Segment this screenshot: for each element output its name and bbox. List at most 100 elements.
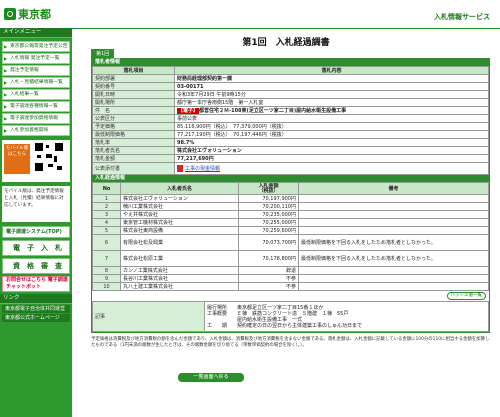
row-label: 開札日時 xyxy=(92,90,175,99)
page-title: 第1回 入札経過調書 xyxy=(242,38,330,48)
sidebar-item[interactable]: 入札情報 発注予定一覧 xyxy=(2,53,70,64)
cell-no: 4 xyxy=(92,218,121,227)
mobile-note: モバイル版は、発注予定情報と入札（見積）結果情報に対応しています。 xyxy=(2,186,70,222)
table-row: 10 丸八土建工業株式会社 不参 xyxy=(92,282,489,291)
sidebar-item[interactable]: 発注予定情報 xyxy=(2,65,70,76)
electronic-tag: 【電子】 xyxy=(177,107,200,114)
row-value: 事前公表 xyxy=(174,114,489,123)
row-value: 03-00171 xyxy=(174,82,489,91)
e-bidding-button[interactable]: 電 子 入 札 xyxy=(2,240,70,256)
cell-name: 丸八土建工業株式会社 xyxy=(120,282,239,291)
table-row: 2 楠川工業株式会社 70,200,110円 xyxy=(92,202,489,211)
sidebar-item[interactable]: 入札・見積結果情報一覧 xyxy=(2,77,70,88)
row-label: 落札者氏名 xyxy=(92,146,175,155)
remarks-content: 履行場所 東京都足立区一ツ家二丁目15番１ほか 工事概要 Ｅ棟 鉄筋コンクリート… xyxy=(204,301,489,332)
link-joint-operation[interactable]: 東京都電子自治体共同運営 xyxy=(2,305,70,313)
cell-no: 9 xyxy=(92,274,121,283)
cell-note xyxy=(298,210,489,219)
row-label: 落札率 xyxy=(92,138,175,147)
cell-amount: 70,178,800円 xyxy=(238,250,299,267)
cell-note xyxy=(298,282,489,291)
cell-name: やえ井株式会社 xyxy=(120,210,239,219)
cell-no: 3 xyxy=(92,210,121,219)
row-label: 開札場所 xyxy=(92,98,175,107)
sidebar-item[interactable]: 入札結果一覧 xyxy=(2,89,70,100)
cell-amount: 不参 xyxy=(238,282,299,291)
hash-list-area: ハッシュ値一覧 xyxy=(92,291,489,301)
row-value: 77,217,190円（税込） 70,197,446円（税抜） xyxy=(174,130,489,139)
cell-note xyxy=(298,266,489,275)
col-amount: 入札金額 （税抜） xyxy=(238,182,299,195)
col-name: 入札者氏名 xyxy=(120,182,239,195)
table-row: 9 長谷川工業株式会社 不参 xyxy=(92,274,489,283)
row-label: 最低制限価格 xyxy=(92,130,175,139)
cell-no: 6 xyxy=(92,234,121,251)
attachment-link[interactable]: 工事の現金情報 xyxy=(185,166,220,172)
mobile-badge[interactable]: モバイル版 はこちら xyxy=(4,144,30,174)
qualification-button[interactable]: 資 格 審 査 xyxy=(2,258,70,274)
cell-name: 株式会社エヴォリューション xyxy=(120,194,239,203)
row-label: 落札金額 xyxy=(92,154,175,163)
table-row: 5 株式会社東商設備 70,259,600円 xyxy=(92,226,489,235)
cell-note xyxy=(298,194,489,203)
row-value: 都庁第一本庁舎南側15階 第一入札室 xyxy=(174,98,489,107)
e-procurement-top-button[interactable]: 電子調達システム(TOP) xyxy=(2,226,70,238)
row-label: 件 名 xyxy=(92,106,175,115)
cell-name: カンノ工業株式会社 xyxy=(120,266,239,275)
tokyo-emblem-icon xyxy=(4,8,16,20)
row-label: 予定価格 xyxy=(92,122,175,131)
bidders-table: No 入札者氏名 入札金額 （税抜） 備考 1 株式会社エヴォリューション 70,1… xyxy=(92,182,489,291)
cell-amount: 70,255,000円 xyxy=(238,218,299,227)
row-value: 令和3年7月29日 午前9時15分 xyxy=(174,90,489,99)
sidebar-item[interactable]: 電子調達各種情報一覧 xyxy=(2,101,70,112)
bid-info-section-title: 落札者情報 xyxy=(92,59,489,66)
cell-no: 5 xyxy=(92,226,121,235)
cell-amount: 70,200,110円 xyxy=(238,202,299,211)
cell-no: 10 xyxy=(92,282,121,291)
cell-amount: 不参 xyxy=(238,274,299,283)
remarks-line: 工 期 契約確定の日の翌日から主体建築工事のしゅん功日まで xyxy=(207,322,363,329)
cell-no: 7 xyxy=(92,250,121,267)
table-row: 6 有限会社松及興業 70,073,700円 最低制限価格を下回る入札をしたため落札者… xyxy=(92,234,489,251)
back-to-list-button[interactable]: 一覧画面へ戻る xyxy=(178,373,244,382)
links-title: リンク xyxy=(0,294,72,304)
cell-name: 楠川工業株式会社 xyxy=(120,202,239,211)
row-label: 契約番号 xyxy=(92,82,175,91)
cell-no: 1 xyxy=(92,194,121,203)
row-value: 株式会社エヴォリューション xyxy=(174,146,489,155)
remarks-label: 記事 xyxy=(92,301,205,332)
hash-list-button[interactable]: ハッシュ値一覧 xyxy=(446,292,486,300)
cell-amount: 70,235,000円 xyxy=(238,210,299,219)
attachment-cell: 工事の現金情報 xyxy=(174,162,489,175)
subject-value: 【電子】都営住宅２Ｍ-108東(足立区一ツ家二丁目)屋内給水衛生設備工事 xyxy=(174,106,489,115)
cell-no: 8 xyxy=(92,266,121,275)
chatbot-banner[interactable]: お問合せはこちら 電子調達チャットボット xyxy=(2,276,70,292)
link-tokyo-official[interactable]: 東京都公式ホームページ xyxy=(2,314,70,322)
bidders-section-title: 入札経過情報 xyxy=(92,175,489,182)
subject-text: 都営住宅２Ｍ-108東(足立区一ツ家二丁目)屋内給水衛生設備工事 xyxy=(199,107,347,114)
tokyo-logo[interactable]: 東京都 xyxy=(4,6,51,22)
col-note: 備考 xyxy=(298,182,489,195)
footnotes: 予定価格は消費税及び地方消費税の額を含んだ金額であり、入札金額は、消費税及び地方… xyxy=(91,337,490,348)
row-label: 公表添付書 xyxy=(92,162,175,175)
sidebar-item[interactable]: 入札参加資格関係 xyxy=(2,125,70,136)
table-row: 1 株式会社エヴォリューション 70,197,900円 xyxy=(92,194,489,203)
mobile-promo[interactable]: モバイル版 はこちら xyxy=(2,140,70,182)
sidebar-menu-title: メインメニュー xyxy=(0,28,72,38)
remarks-table: 記事 履行場所 東京都足立区一ツ家二丁目15番１ほか 工事概要 Ｅ棟 鉄筋コンク… xyxy=(92,301,489,332)
main-content: 第1回 入札経過調書 第1回 落札者情報 落札項目 落札内容 契約部署 財務局経理… xyxy=(78,28,494,417)
cell-name: 株式会社東商設備 xyxy=(120,226,239,235)
cell-note xyxy=(298,202,489,211)
table-row: 4 東京管工機材株式会社 70,255,000円 xyxy=(92,218,489,227)
header-bar: 東京都 入札情報サービス xyxy=(0,0,500,29)
bid-info-header-item: 落札項目 xyxy=(92,66,175,75)
cell-name: 有限会社松及興業 xyxy=(120,234,239,251)
logo-text: 東京都 xyxy=(18,8,51,21)
cell-note xyxy=(298,274,489,283)
row-value: 85,116,900円（税込） 77,379,000円（税抜） xyxy=(174,122,489,131)
cell-amount: 70,259,600円 xyxy=(238,226,299,235)
sidebar-item[interactable]: 東京都公報等発注予定公告 xyxy=(2,41,70,52)
qr-code-icon xyxy=(34,142,64,172)
table-row: 8 カンノ工業株式会社 辞退 xyxy=(92,266,489,275)
sidebar-item[interactable]: 電子調達参加資格情報 xyxy=(2,113,70,124)
